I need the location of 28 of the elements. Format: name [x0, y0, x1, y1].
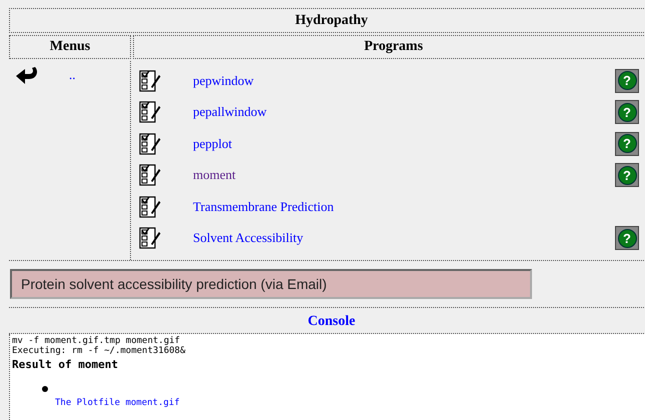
- help-button[interactable]: ?: [615, 68, 639, 93]
- parent-menu-link[interactable]: ..: [69, 67, 76, 83]
- column-header: Menus: [9, 35, 131, 59]
- status-bar: Protein solvent accessibility prediction (via Email): [10, 269, 532, 299]
- plotfile-link[interactable]: The Plotfile moment.gif: [55, 398, 180, 408]
- help-button[interactable]: ?: [615, 226, 639, 250]
- program-link[interactable]: Transmembrane Prediction: [193, 198, 334, 215]
- column-header: Programs: [133, 35, 645, 59]
- bullet-icon: [42, 386, 48, 392]
- checklist-form-icon[interactable]: [139, 132, 161, 155]
- checklist-form-icon[interactable]: [139, 196, 161, 218]
- console-line: mv -f moment.gif.tmp moment.gif: [12, 336, 181, 346]
- checklist-form-icon[interactable]: [139, 70, 161, 92]
- program-link[interactable]: moment: [193, 167, 236, 184]
- program-link[interactable]: pepwindow: [193, 72, 254, 89]
- program-link[interactable]: Solvent Accessibility: [193, 230, 304, 246]
- back-arrow-icon[interactable]: [15, 65, 39, 85]
- checklist-form-icon[interactable]: [139, 164, 161, 186]
- help-button[interactable]: ?: [615, 132, 639, 156]
- checklist-form-icon[interactable]: [139, 101, 161, 124]
- program-link[interactable]: pepplot: [193, 136, 232, 152]
- program-link[interactable]: pepallwindow: [193, 104, 267, 120]
- console-line: Executing: rm -f ~/.moment31608&: [12, 346, 186, 356]
- help-button[interactable]: ?: [615, 100, 639, 124]
- console-heading: Result of moment: [12, 358, 119, 371]
- help-button[interactable]: ?: [615, 163, 639, 188]
- checklist-form-icon[interactable]: [139, 227, 161, 250]
- page-title: Hydropathy: [9, 8, 645, 33]
